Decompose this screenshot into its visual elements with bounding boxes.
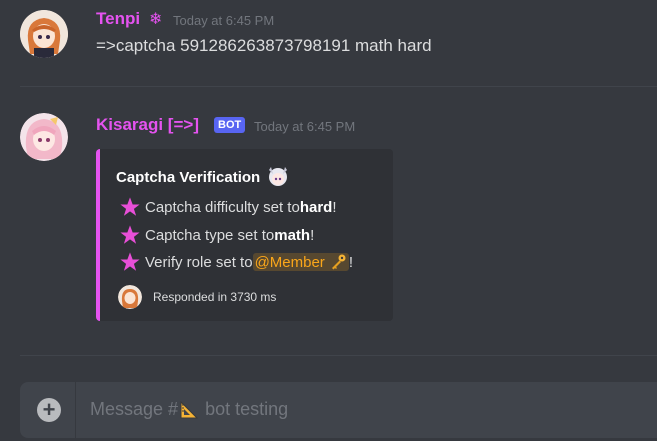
input-separator (75, 382, 76, 438)
embed-line-value: hard (299, 198, 333, 216)
embed-line-type: Captcha type set to math! (118, 223, 314, 247)
message-input-bar: + Message # bot testing (20, 382, 657, 438)
message-divider (20, 355, 657, 356)
embed-line-text: Captcha difficulty set to (145, 198, 300, 216)
embed-line-difficulty: Captcha difficulty set to hard! (118, 195, 337, 219)
avatar[interactable] (20, 113, 68, 161)
pink-star-icon (118, 195, 142, 219)
snowflake-icon: ❄ (149, 11, 163, 28)
username[interactable]: Kisaragi [=>] (96, 115, 199, 135)
embed-title: Captcha Verification (116, 164, 290, 188)
embed-line-suffix: ! (332, 198, 337, 216)
embed-line-value: math (274, 226, 311, 244)
timestamp: Today at 6:45 PM (173, 13, 275, 28)
embed-line-text: Captcha type set to (145, 226, 275, 244)
avatar[interactable] (20, 10, 68, 58)
embed-line-suffix: ! (310, 226, 315, 244)
timestamp: Today at 6:45 PM (254, 119, 356, 134)
triangle-ruler-icon (180, 400, 199, 418)
message-text: =>captcha 591286263873798191 math hard (96, 36, 432, 55)
embed-line-role: Verify role set to @Member ! (118, 250, 353, 274)
embed-line-suffix: ! (348, 253, 353, 271)
input-channel-name: bot testing (200, 399, 289, 419)
bot-tag-badge: BOT (214, 117, 246, 133)
key-icon (331, 254, 346, 270)
add-attachment-button[interactable]: + (37, 398, 61, 422)
message-input[interactable]: Message # bot testing (90, 399, 590, 420)
embed-title-text: Captcha Verification (116, 169, 261, 186)
username[interactable]: Tenpi (96, 9, 140, 29)
pink-star-icon (118, 250, 142, 274)
anime-girl-emoji-icon (269, 167, 288, 186)
pink-star-icon (118, 223, 142, 247)
input-placeholder-prefix: Message # (90, 399, 179, 419)
embed-line-text: Verify role set to (145, 253, 253, 271)
message-divider (20, 86, 657, 87)
role-mention[interactable]: @Member (252, 253, 349, 271)
footer-avatar (118, 285, 142, 309)
embed: Captcha Verification Captcha difficulty … (96, 149, 393, 321)
embed-footer: Responded in 3730 ms (153, 290, 277, 304)
role-mention-text: @Member (254, 253, 325, 271)
